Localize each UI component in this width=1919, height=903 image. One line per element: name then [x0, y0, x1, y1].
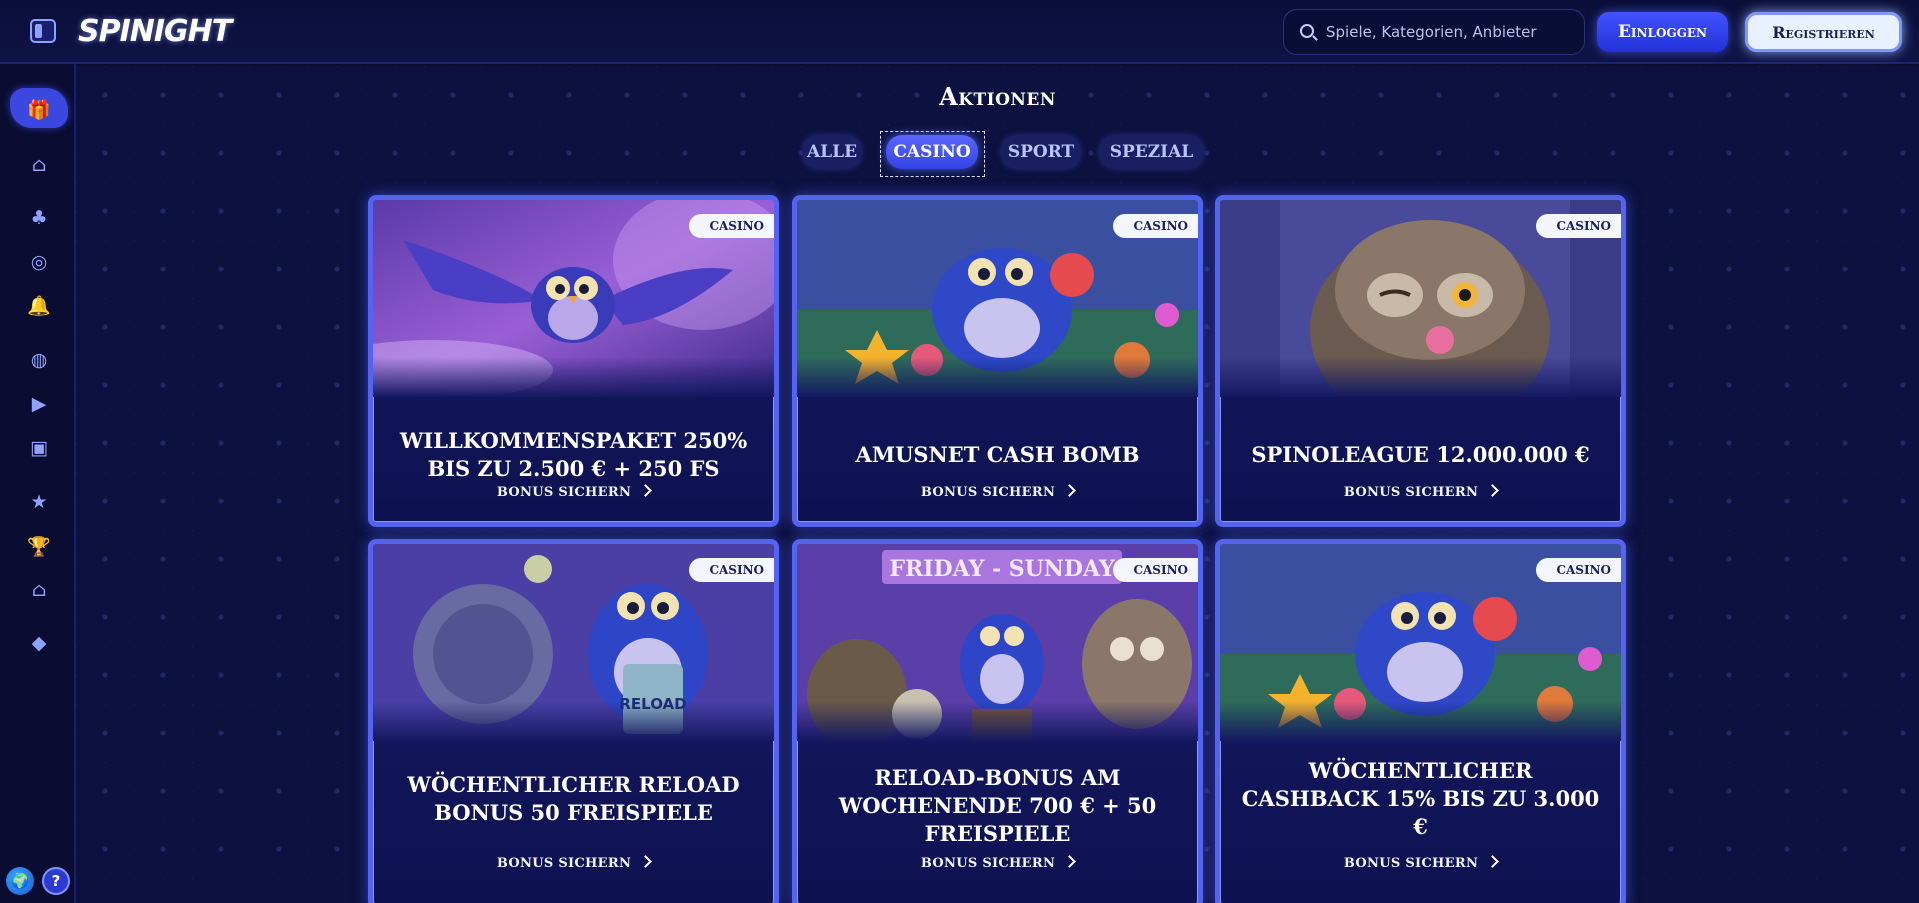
promo-card[interactable]: RELOAD CASINO WÖCHENTLICHER RELOAD BONUS… [368, 539, 779, 903]
chevron-right-icon [1063, 855, 1077, 868]
category-badge: CASINO [689, 214, 774, 238]
chevron-right-icon [1486, 855, 1500, 868]
reload-pack-label: RELOAD [619, 695, 686, 713]
basketball-icon[interactable]: ◍ [26, 349, 52, 371]
star-shield-icon[interactable]: ★ [26, 491, 52, 513]
cta-label: BONUS SICHERN [920, 485, 1056, 500]
trophy-icon[interactable]: 🏆 [26, 535, 52, 558]
promo-card[interactable]: CASINO SPINOLEAGUE 12.000.000 € BONUS SI… [1215, 195, 1626, 527]
claim-bonus-link[interactable]: BONUS SICHERN [373, 855, 774, 871]
tab-alle[interactable]: ALLE [802, 135, 862, 169]
category-badge: CASINO [1113, 214, 1198, 238]
chevron-right-icon [639, 484, 653, 497]
sidebar-toggle-icon[interactable] [30, 19, 56, 43]
promo-title: AMUSNET CASH BOMB [855, 442, 1140, 467]
chevron-right-icon [639, 855, 653, 868]
promo-title: RELOAD-BONUS AM WOCHENENDE 700 € + 50 FR… [838, 765, 1157, 846]
cta-label: BONUS SICHERN [496, 485, 632, 500]
bell-icon[interactable]: 🔔 [26, 294, 52, 317]
promo-card[interactable]: CASINO AMUSNET CASH BOMB BONUS SICHERN [792, 195, 1203, 527]
promo-card[interactable]: FRIDAY - SUNDAY CASINO RELOAD-BONUS AM W… [792, 539, 1203, 903]
category-badge: CASINO [1536, 558, 1621, 582]
home-icon[interactable]: ⌂ [26, 154, 52, 176]
promo-title: SPINOLEAGUE 12.000.000 € [1251, 442, 1590, 467]
claim-bonus-link[interactable]: BONUS SICHERN [1220, 855, 1621, 871]
claim-bonus-link[interactable]: BONUS SICHERN [797, 855, 1198, 871]
register-button[interactable]: Registrieren [1745, 12, 1902, 52]
page-title: Aktionen [939, 82, 1056, 111]
claim-bonus-link[interactable]: BONUS SICHERN [373, 484, 774, 500]
search-icon [1300, 24, 1314, 38]
roulette-icon[interactable]: ◎ [26, 251, 52, 273]
promo-title: WÖCHENTLICHER RELOAD BONUS 50 FREISPIELE [407, 772, 740, 825]
site-logo[interactable]: SPINIGHT [78, 14, 232, 49]
search-placeholder: Spiele, Kategorien, Anbieter [1326, 23, 1537, 41]
cta-label: BONUS SICHERN [1343, 856, 1479, 871]
club-icon[interactable]: ♣ [26, 207, 52, 229]
search-input[interactable]: Spiele, Kategorien, Anbieter [1283, 9, 1585, 55]
cta-label: BONUS SICHERN [496, 856, 632, 871]
promo-card[interactable]: CASINO WÖCHENTLICHER CASHBACK 15% BIS ZU… [1215, 539, 1626, 903]
help-icon[interactable]: ? [42, 867, 70, 895]
tab-spezial[interactable]: SPEZIAL [1099, 135, 1204, 169]
tab-sport[interactable]: SPORT [1001, 135, 1081, 169]
login-button[interactable]: Einloggen [1597, 12, 1728, 52]
cta-label: BONUS SICHERN [1343, 485, 1479, 500]
promo-card[interactable]: CASINO WILLKOMMENSPAKET 250% BIS ZU 2.50… [368, 195, 779, 527]
category-badge: CASINO [689, 558, 774, 582]
promo-title: WÖCHENTLICHER CASHBACK 15% BIS ZU 3.000 … [1241, 758, 1600, 839]
category-badge: CASINO [1536, 214, 1621, 238]
gift-icon[interactable]: 🎁 [26, 98, 52, 121]
play-icon[interactable]: ▶ [26, 393, 52, 415]
promo-grid: CASINO WILLKOMMENSPAKET 250% BIS ZU 2.50… [368, 195, 1633, 903]
monitor-icon[interactable]: ▣ [26, 437, 52, 459]
tab-casino[interactable]: CASINO [886, 135, 978, 169]
claim-bonus-link[interactable]: BONUS SICHERN [797, 484, 1198, 500]
cta-label: BONUS SICHERN [920, 856, 1056, 871]
top-header: SPINIGHT Spiele, Kategorien, Anbieter Ei… [0, 0, 1919, 64]
globe-icon[interactable]: 🌍 [6, 867, 34, 895]
claim-bonus-link[interactable]: BONUS SICHERN [1220, 484, 1621, 500]
chevron-right-icon [1063, 484, 1077, 497]
sidebar-footer: 🌍 ? [6, 867, 70, 897]
category-badge: CASINO [1113, 558, 1198, 582]
chevron-right-icon [1486, 484, 1500, 497]
promo-title: WILLKOMMENSPAKET 250% BIS ZU 2.500 € + 2… [399, 428, 748, 481]
diamond-icon[interactable]: ◆ [26, 632, 52, 654]
sidebar: 🎁 ⌂ ♣ ◎ 🔔 ◍ ▶ ▣ ★ 🏆 ⌂ ◆ 🌍 ? [0, 64, 76, 903]
friday-sunday-banner: FRIDAY - SUNDAY [889, 556, 1115, 582]
store-icon[interactable]: ⌂ [26, 579, 52, 601]
